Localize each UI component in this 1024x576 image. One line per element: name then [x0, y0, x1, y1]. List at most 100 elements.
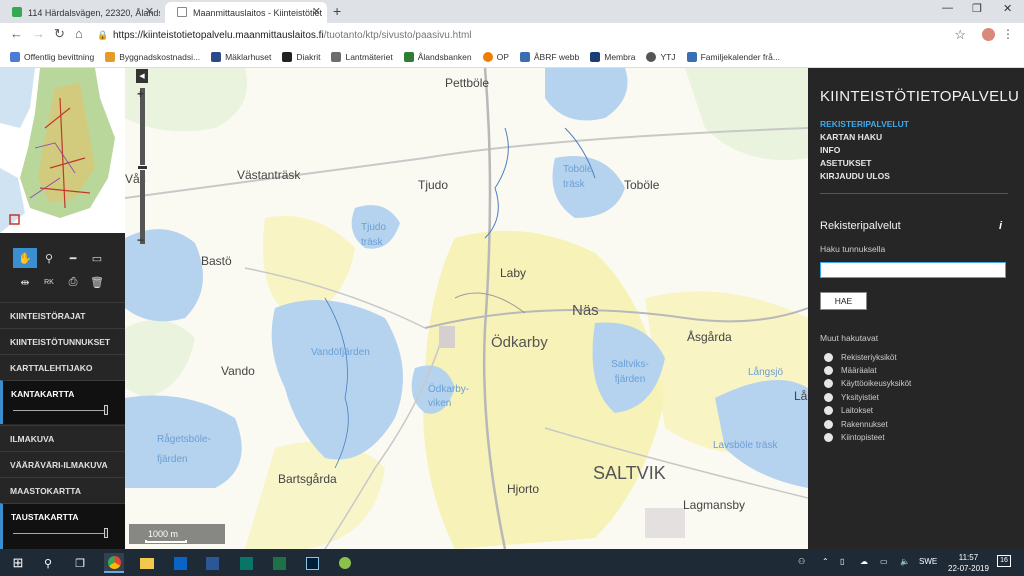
zoom-slider-thumb[interactable]	[137, 165, 148, 170]
zoom-in-button[interactable]: +	[137, 87, 144, 101]
search-button[interactable]: HAE	[820, 292, 867, 310]
volume-icon[interactable]: 🔈	[900, 557, 910, 566]
radio-button[interactable]	[824, 379, 833, 388]
print-icon[interactable]: ⎙	[61, 272, 85, 292]
menu-kebab-icon[interactable]: ⋮	[1002, 27, 1014, 41]
pan-hand-icon[interactable]: ✋	[13, 248, 37, 268]
radio-button[interactable]	[824, 353, 833, 362]
layer-kantakartta[interactable]: KANTAKARTTA	[0, 380, 125, 424]
bookmark-item[interactable]: Mäklarhuset	[211, 51, 271, 62]
tab-hardalsvagen[interactable]: 114 Härdalsvägen, 22320, Ålands ✕	[0, 2, 160, 23]
reload-icon[interactable]: ↻	[54, 26, 65, 42]
bookmark-item[interactable]: OP	[482, 51, 509, 62]
search-icon[interactable]: ⚲	[38, 553, 58, 573]
overview-map[interactable]	[0, 68, 125, 233]
bookmark-item[interactable]: ÅBRF webb	[519, 51, 579, 62]
outlook-icon[interactable]	[170, 553, 190, 573]
radio-yksityistiet[interactable]: Yksityistiet	[824, 393, 879, 402]
bookmark-item[interactable]: Familjekalender frå...	[686, 51, 780, 62]
radio-button[interactable]	[824, 433, 833, 442]
close-tab-icon[interactable]: ✕	[145, 5, 154, 18]
windows-start-icon[interactable]: ⊞	[8, 553, 28, 573]
radio-kiintopisteet[interactable]: Kiintopisteet	[824, 433, 885, 442]
zoom-out-button[interactable]: −	[137, 233, 144, 247]
bookmark-item[interactable]: Ålandsbanken	[403, 51, 472, 62]
chevron-up-icon[interactable]: ⌃	[822, 557, 829, 566]
bookmark-item[interactable]: Membra	[590, 51, 635, 62]
close-window-icon[interactable]: ✕	[1003, 2, 1012, 15]
new-tab-button[interactable]: +	[333, 3, 341, 19]
radio-label: Yksityistiet	[841, 393, 879, 402]
app-green-icon[interactable]	[335, 553, 355, 573]
profile-avatar[interactable]	[982, 28, 995, 41]
people-icon[interactable]: ⚇	[798, 557, 805, 566]
menu-rekisteripalvelut[interactable]: REKISTERIPALVELUT	[820, 119, 909, 129]
chrome-icon[interactable]	[104, 553, 124, 573]
menu-kirjaudu-ulos[interactable]: KIRJAUDU ULOS	[820, 171, 890, 181]
measure-line-icon[interactable]: ━	[61, 248, 85, 268]
menu-info[interactable]: INFO	[820, 145, 840, 155]
notification-count[interactable]: 16	[997, 555, 1011, 567]
radio-maaraalat[interactable]: Määräalat	[824, 366, 877, 375]
layer-karttalehtijako[interactable]: KARTTALEHTIJAKO	[0, 354, 125, 380]
water-label: Toböle träsk	[563, 164, 593, 190]
radio-button[interactable]	[824, 393, 833, 402]
bookmark-item[interactable]: Diakrit	[282, 51, 320, 62]
info-icon[interactable]: i	[999, 220, 1002, 232]
word-icon[interactable]	[202, 553, 222, 573]
bookmark-favicon-icon	[482, 51, 493, 62]
minimize-icon[interactable]: —	[942, 2, 953, 14]
slider-thumb[interactable]	[104, 405, 108, 415]
rk-icon[interactable]: RK	[37, 272, 61, 292]
bookmark-star-icon[interactable]: ☆	[954, 27, 966, 43]
home-icon[interactable]: ⌂	[75, 26, 83, 41]
opacity-slider[interactable]	[13, 405, 108, 415]
publisher-icon[interactable]	[236, 553, 256, 573]
layer-taustakartta[interactable]: TAUSTAKARTTA	[0, 503, 125, 549]
tab-title: Maanmittauslaitos - Kiinteistötiet	[193, 7, 323, 18]
close-tab-icon[interactable]: ✕	[312, 5, 321, 18]
forward-icon[interactable]: →	[32, 26, 45, 41]
menu-asetukset[interactable]: ASETUKSET	[820, 158, 871, 168]
layer-vaaravari-ilmakuva[interactable]: VÄÄRÄVÄRI-ILMAKUVA	[0, 451, 125, 477]
collapse-panel-button[interactable]: ◀	[136, 69, 148, 83]
system-clock[interactable]: 11:57 22-07-2019	[948, 552, 989, 574]
radio-rekisteriyksikot[interactable]: Rekisteriyksiköt	[824, 353, 897, 362]
network-icon[interactable]: ▭	[880, 557, 888, 566]
lightroom-icon[interactable]	[302, 553, 322, 573]
radio-button[interactable]	[824, 366, 833, 375]
battery-icon[interactable]: ▯	[840, 557, 844, 566]
move-icon[interactable]: ⇹	[13, 272, 37, 292]
address-bar[interactable]: 🔒 https://kiinteistotietopalvelu.maanmit…	[97, 26, 977, 44]
radio-button[interactable]	[824, 420, 833, 429]
radio-kayttooikeusyksikot[interactable]: Käyttöoikeusyksiköt	[824, 379, 911, 388]
layer-kiinteistotunnukset[interactable]: KIINTEISTÖTUNNUKSET	[0, 328, 125, 354]
radio-button[interactable]	[824, 406, 833, 415]
file-explorer-icon[interactable]	[137, 553, 157, 573]
bookmark-item[interactable]: Offentlig bevittning	[10, 51, 94, 62]
search-input[interactable]	[820, 262, 1006, 278]
layer-kiinteistorajat[interactable]: KIINTEISTÖRAJAT	[0, 302, 125, 328]
layer-maastokartta[interactable]: MAASTOKARTTA	[0, 477, 125, 503]
slider-thumb[interactable]	[104, 528, 108, 538]
maximize-icon[interactable]: ❐	[972, 2, 982, 15]
layer-ilmakuva[interactable]: ILMAKUVA	[0, 425, 125, 451]
bookmark-item[interactable]: YTJ	[646, 51, 676, 62]
section-title: Rekisteripalvelut	[820, 220, 901, 232]
trash-icon[interactable]: 🗑	[85, 272, 109, 292]
language-indicator[interactable]: SWE	[919, 557, 937, 566]
task-view-icon[interactable]: ❐	[70, 553, 90, 573]
map-canvas[interactable]: Pettböle Västanträsk Tjudo Toböle träsk …	[125, 68, 808, 549]
tab-maanmittauslaitos[interactable]: Maanmittauslaitos - Kiinteistötiet ✕	[165, 2, 327, 23]
back-icon[interactable]: ←	[10, 26, 23, 41]
area-icon[interactable]: ▭	[85, 248, 109, 268]
bookmark-item[interactable]: Lantmäteriet	[331, 51, 393, 62]
excel-icon[interactable]	[269, 553, 289, 573]
bookmark-item[interactable]: Byggnadskostnadsi...	[105, 51, 200, 62]
onedrive-icon[interactable]: ☁	[860, 557, 868, 566]
menu-kartan-haku[interactable]: KARTAN HAKU	[820, 132, 882, 142]
radio-laitokset[interactable]: Laitokset	[824, 406, 873, 415]
pin-icon[interactable]: ⚲	[37, 248, 61, 268]
opacity-slider[interactable]	[13, 528, 108, 538]
radio-rakennukset[interactable]: Rakennukset	[824, 420, 888, 429]
